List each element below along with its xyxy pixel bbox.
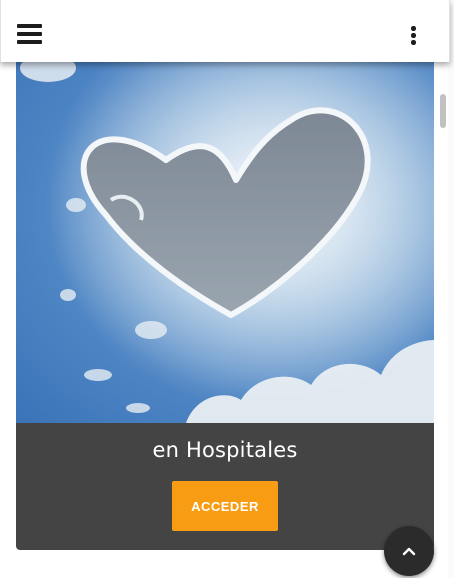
service-card: en Hospitales ACCEDER — [16, 40, 434, 550]
chevron-up-icon — [402, 547, 416, 556]
hamburger-menu-icon[interactable] — [17, 24, 42, 44]
heart-cloud-illustration — [16, 40, 434, 423]
scroll-to-top-button[interactable] — [384, 526, 434, 576]
main-content: en Hospitales ACCEDER — [0, 0, 448, 578]
top-app-bar — [0, 0, 450, 62]
scrollbar-thumb[interactable] — [440, 94, 446, 128]
acceder-button[interactable]: ACCEDER — [172, 481, 278, 531]
more-vertical-icon[interactable] — [407, 26, 419, 46]
scrollbar-track[interactable] — [448, 0, 454, 578]
card-title: en Hospitales — [152, 438, 298, 462]
heart-cloud-image — [16, 40, 434, 423]
